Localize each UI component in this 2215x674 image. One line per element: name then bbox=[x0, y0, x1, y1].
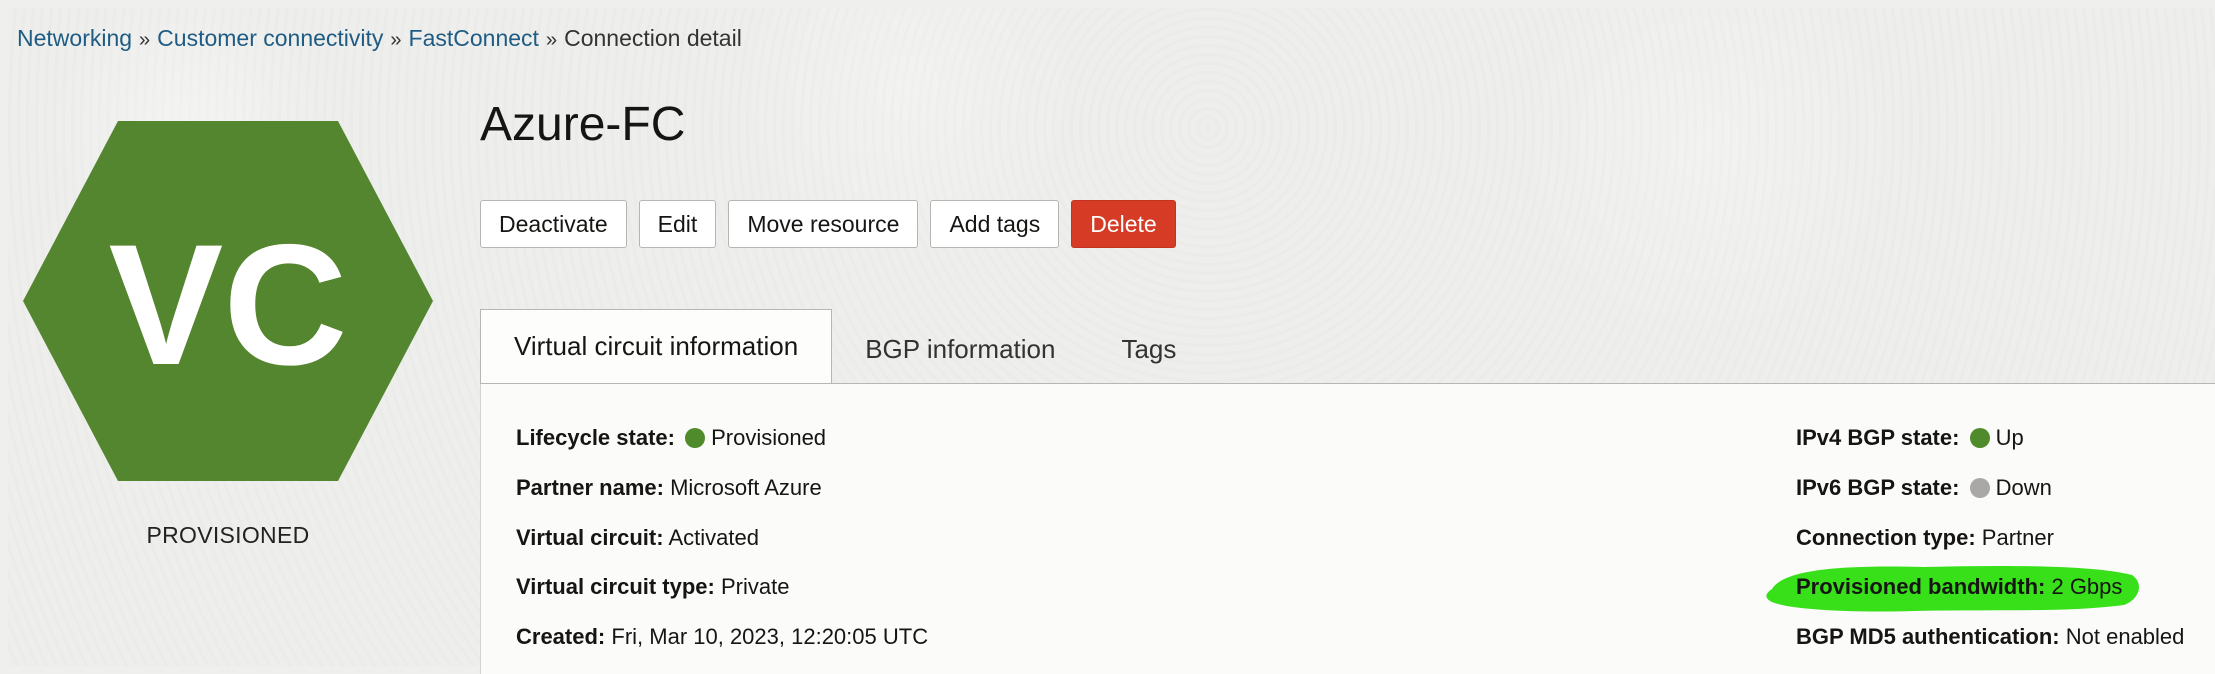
ipv4-bgp-state-value: Up bbox=[1995, 425, 2024, 450]
lifecycle-state-label: Lifecycle state: bbox=[516, 425, 675, 450]
breadcrumb-current: Connection detail bbox=[564, 25, 742, 51]
tab-bar: Virtual circuit information BGP informat… bbox=[480, 309, 1209, 383]
connection-type-label: Connection type: bbox=[1796, 525, 1976, 550]
ipv4-bgp-state-label: IPv4 BGP state: bbox=[1796, 425, 1960, 450]
move-resource-button[interactable]: Move resource bbox=[728, 200, 919, 248]
partner-name-field: Partner name: Microsoft Azure bbox=[516, 474, 822, 502]
provisioned-bandwidth-value: 2 Gbps bbox=[2051, 574, 2123, 599]
bgp-md5-authentication-label: BGP MD5 authentication: bbox=[1796, 624, 2060, 649]
breadcrumb-fastconnect[interactable]: FastConnect bbox=[409, 25, 539, 51]
provisioned-bandwidth-label: Provisioned bandwidth: bbox=[1796, 574, 2046, 599]
edit-button[interactable]: Edit bbox=[638, 200, 717, 248]
breadcrumb-separator: » bbox=[390, 29, 402, 51]
badge-letters: VC bbox=[109, 209, 348, 401]
breadcrumb-separator: » bbox=[139, 29, 151, 51]
tab-virtual-circuit-information[interactable]: Virtual circuit information bbox=[480, 309, 833, 383]
tab-tags[interactable]: Tags bbox=[1088, 315, 1209, 383]
partner-name-value: Microsoft Azure bbox=[670, 475, 822, 500]
created-label: Created: bbox=[516, 624, 606, 649]
connection-type-value: Partner bbox=[1981, 525, 2054, 550]
deactivate-button[interactable]: Deactivate bbox=[480, 200, 627, 248]
ipv6-bgp-state-label: IPv6 BGP state: bbox=[1796, 475, 1960, 500]
bgp-md5-authentication-value: Not enabled bbox=[2065, 624, 2185, 649]
virtual-circuit-label: Virtual circuit: bbox=[516, 525, 664, 550]
partner-name-label: Partner name: bbox=[516, 475, 664, 500]
provisioned-bandwidth-field: Provisioned bandwidth: 2 Gbps bbox=[1796, 573, 2122, 601]
virtual-circuit-type-label: Virtual circuit type: bbox=[516, 574, 715, 599]
virtual-circuit-field: Virtual circuit: Activated bbox=[516, 524, 759, 552]
status-dot-icon bbox=[1969, 478, 1990, 498]
action-bar: Deactivate Edit Move resource Add tags D… bbox=[480, 200, 1176, 248]
created-value: Fri, Mar 10, 2023, 12:20:05 UTC bbox=[611, 624, 929, 649]
status-dot-icon bbox=[1969, 428, 1990, 448]
delete-button[interactable]: Delete bbox=[1071, 200, 1176, 248]
bgp-md5-authentication-field: BGP MD5 authentication: Not enabled bbox=[1796, 623, 2184, 651]
virtual-circuit-type-field: Virtual circuit type: Private bbox=[516, 573, 789, 601]
lifecycle-state-field: Lifecycle state: Provisioned bbox=[516, 424, 826, 452]
resource-badge: VC bbox=[18, 116, 438, 486]
lifecycle-state-value: Provisioned bbox=[711, 425, 827, 450]
ipv4-bgp-state-field: IPv4 BGP state: Up bbox=[1796, 424, 2024, 452]
created-field: Created: Fri, Mar 10, 2023, 12:20:05 UTC bbox=[516, 623, 928, 651]
add-tags-button[interactable]: Add tags bbox=[930, 200, 1060, 248]
page-title: Azure-FC bbox=[480, 98, 686, 151]
virtual-circuit-type-value: Private bbox=[721, 574, 790, 599]
status-dot-icon bbox=[685, 428, 706, 448]
hexagon-icon: VC bbox=[23, 121, 433, 481]
badge-status: PROVISIONED bbox=[146, 522, 310, 548]
virtual-circuit-value: Activated bbox=[668, 525, 759, 550]
breadcrumb: Networking » Customer connectivity » FastCon… bbox=[17, 23, 742, 55]
ipv6-bgp-state-value: Down bbox=[1995, 475, 2052, 500]
connection-type-field: Connection type: Partner bbox=[1796, 524, 2054, 552]
breadcrumb-networking[interactable]: Networking bbox=[17, 25, 132, 51]
page: Networking » Customer connectivity » FastCon… bbox=[8, 8, 2215, 674]
breadcrumb-customer-connectivity[interactable]: Customer connectivity bbox=[157, 25, 383, 51]
breadcrumb-separator: » bbox=[545, 29, 558, 51]
details-panel: Lifecycle state: Provisioned Partner nam… bbox=[480, 384, 2215, 674]
tab-bgp-information[interactable]: BGP information bbox=[832, 315, 1088, 383]
ipv6-bgp-state-field: IPv6 BGP state: Down bbox=[1796, 474, 2052, 502]
